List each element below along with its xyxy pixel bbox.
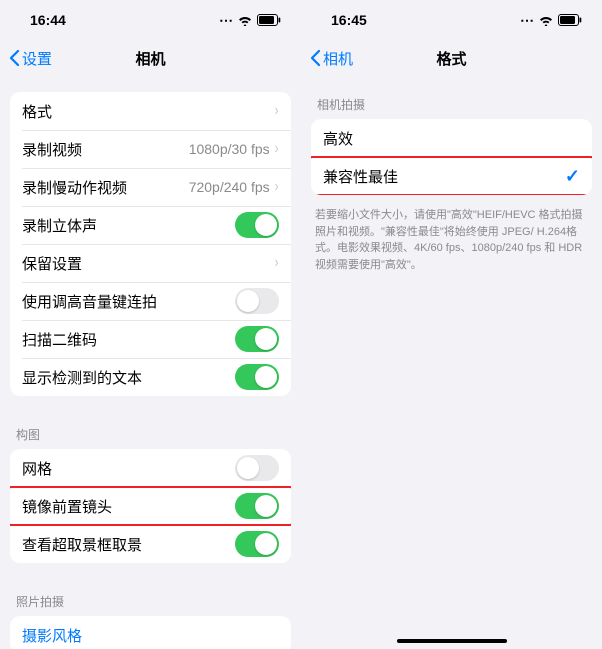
dots-icon: ⋯ — [219, 12, 233, 29]
status-icons: ⋯ — [219, 12, 281, 29]
row-label: 扫描二维码 — [22, 329, 235, 350]
row-mirror-front: 镜像前置镜头 — [10, 487, 291, 525]
chevron-right-icon: › — [274, 254, 278, 272]
row-photographic-styles[interactable]: 摄影风格 — [10, 616, 291, 649]
row-value: 1080p/30 fps — [189, 141, 270, 157]
row-label: 录制慢动作视频 — [22, 177, 189, 198]
group-capture: 高效 兼容性最佳 ✓ — [311, 119, 592, 195]
wifi-icon — [538, 14, 554, 26]
row-most-compatible[interactable]: 兼容性最佳 ✓ — [311, 157, 592, 195]
chevron-right-icon: › — [274, 178, 278, 196]
row-label: 保留设置 — [22, 253, 274, 274]
group-footer-capture: 若要缩小文件大小，请使用"高效"HEIF/HEVC 格式拍摄照片和视频。"兼容性… — [301, 201, 602, 273]
nav-bar: 相机 格式 — [301, 40, 602, 76]
wifi-icon — [237, 14, 253, 26]
dots-icon: ⋯ — [520, 12, 534, 29]
row-label: 录制视频 — [22, 139, 189, 160]
battery-icon — [257, 14, 281, 26]
home-indicator[interactable] — [397, 639, 507, 643]
back-label: 设置 — [22, 48, 52, 69]
row-burst: 使用调高音量键连拍 — [10, 282, 291, 320]
row-label: 摄影风格 — [22, 625, 279, 646]
switch-livetext[interactable] — [235, 364, 279, 390]
row-label: 网格 — [22, 458, 235, 479]
chevron-right-icon: › — [274, 140, 278, 158]
row-grid: 网格 — [10, 449, 291, 487]
nav-bar: 设置 相机 — [0, 40, 301, 76]
chevron-right-icon: › — [274, 102, 278, 120]
battery-icon — [558, 14, 582, 26]
switch-stereo[interactable] — [235, 212, 279, 238]
row-record-slomo[interactable]: 录制慢动作视频 720p/240 fps › — [10, 168, 291, 206]
chevron-left-icon — [8, 49, 20, 67]
group-header-photo: 照片拍摄 — [0, 581, 301, 616]
status-icons: ⋯ — [520, 12, 582, 29]
group-header-composition: 构图 — [0, 414, 301, 449]
row-label: 查看超取景框取景 — [22, 534, 235, 555]
group-photo: 摄影风格 — [10, 616, 291, 649]
row-stereo: 录制立体声 — [10, 206, 291, 244]
row-qr: 扫描二维码 — [10, 320, 291, 358]
row-label: 镜像前置镜头 — [22, 496, 235, 517]
row-record-video[interactable]: 录制视频 1080p/30 fps › — [10, 130, 291, 168]
switch-burst[interactable] — [235, 288, 279, 314]
row-format[interactable]: 格式 › — [10, 92, 291, 130]
switch-grid[interactable] — [235, 455, 279, 481]
switch-view-outside[interactable] — [235, 531, 279, 557]
status-time: 16:44 — [30, 12, 66, 28]
row-livetext: 显示检测到的文本 — [10, 358, 291, 396]
status-bar: 16:44 ⋯ — [0, 0, 301, 40]
screen-formats: 16:45 ⋯ 相机 格式 相机拍摄 高效 兼容性最佳 ✓ 若要缩小文件大小，请… — [301, 0, 602, 649]
row-preserve[interactable]: 保留设置 › — [10, 244, 291, 282]
formats-content: 相机拍摄 高效 兼容性最佳 ✓ 若要缩小文件大小，请使用"高效"HEIF/HEV… — [301, 76, 602, 649]
row-label: 显示检测到的文本 — [22, 367, 235, 388]
row-label: 兼容性最佳 — [323, 166, 565, 187]
status-time: 16:45 — [331, 12, 367, 28]
screen-camera-settings: 16:44 ⋯ 设置 相机 格式 › 录制视频 1080p/30 fps › 录… — [0, 0, 301, 649]
group-main: 格式 › 录制视频 1080p/30 fps › 录制慢动作视频 720p/24… — [10, 92, 291, 396]
row-label: 格式 — [22, 101, 274, 122]
checkmark-icon: ✓ — [565, 166, 580, 187]
group-composition: 网格 镜像前置镜头 查看超取景框取景 — [10, 449, 291, 563]
back-label: 相机 — [323, 48, 353, 69]
row-label: 录制立体声 — [22, 215, 235, 236]
status-bar: 16:45 ⋯ — [301, 0, 602, 40]
back-button[interactable]: 相机 — [309, 48, 353, 69]
group-header-capture: 相机拍摄 — [301, 92, 602, 119]
switch-mirror-front[interactable] — [235, 493, 279, 519]
row-label: 高效 — [323, 128, 580, 149]
row-label: 使用调高音量键连拍 — [22, 291, 235, 312]
settings-content: 格式 › 录制视频 1080p/30 fps › 录制慢动作视频 720p/24… — [0, 76, 301, 649]
switch-qr[interactable] — [235, 326, 279, 352]
row-value: 720p/240 fps — [189, 179, 270, 195]
chevron-left-icon — [309, 49, 321, 67]
back-button[interactable]: 设置 — [8, 48, 52, 69]
row-view-outside-frame: 查看超取景框取景 — [10, 525, 291, 563]
row-high-efficiency[interactable]: 高效 — [311, 119, 592, 157]
